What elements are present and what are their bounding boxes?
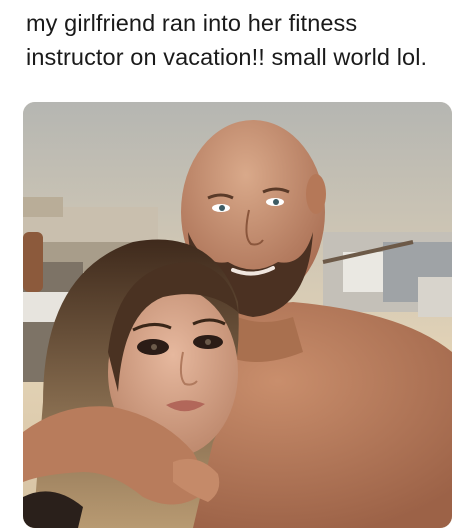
caption-line-2: instructor on vacation!! small world lol… [26, 44, 428, 70]
meme-caption: my girlfriend ran into her fitness instr… [26, 6, 466, 74]
caption-line-1: my girlfriend ran into her fitness [26, 10, 358, 36]
selfie-illustration [23, 102, 452, 528]
meme-photo [23, 102, 452, 528]
